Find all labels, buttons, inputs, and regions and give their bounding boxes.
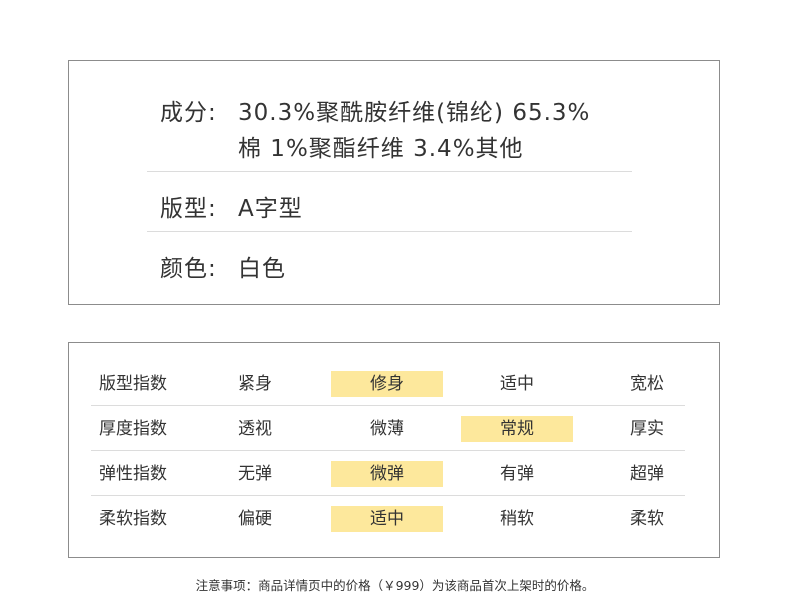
color-label: 颜色:: [160, 256, 217, 282]
fit-value: A字型: [238, 196, 303, 222]
index-option-label: 微薄: [370, 419, 404, 439]
index-row: 柔软指数 偏硬 适中 稍软 柔软: [69, 497, 721, 542]
index-option-label: 稍软: [500, 509, 534, 529]
divider: [91, 450, 685, 451]
index-row: 版型指数 紧身 修身 适中 宽松: [69, 362, 721, 407]
product-attributes-panel: 成分: 30.3%聚酰胺纤维(锦纶) 65.3% 棉 1%聚酯纤维 3.4%其他…: [68, 60, 720, 305]
index-option-selected: 修身: [331, 362, 443, 407]
index-row-label: 版型指数: [99, 374, 167, 394]
index-row-label: 厚度指数: [99, 419, 167, 439]
index-option-label: 超弹: [630, 464, 664, 484]
index-option-selected: 适中: [331, 497, 443, 542]
index-option: 厚实: [591, 407, 703, 452]
index-option: 宽松: [591, 362, 703, 407]
index-row: 厚度指数 透视 微薄 常规 厚实: [69, 407, 721, 452]
index-option-label: 紧身: [238, 374, 272, 394]
index-option: 微薄: [331, 407, 443, 452]
index-option: 适中: [461, 362, 573, 407]
fit-label: 版型:: [160, 196, 217, 222]
composition-value-line1: 30.3%聚酰胺纤维(锦纶) 65.3%: [238, 100, 591, 126]
index-row: 弹性指数 无弹 微弹 有弹 超弹: [69, 452, 721, 497]
color-value: 白色: [238, 256, 286, 282]
index-option: 柔软: [591, 497, 703, 542]
index-option-label: 修身: [331, 371, 443, 397]
divider: [147, 231, 632, 232]
index-option-selected: 常规: [461, 407, 573, 452]
index-option-label: 微弹: [331, 461, 443, 487]
index-option-label: 有弹: [500, 464, 534, 484]
index-option-label: 适中: [500, 374, 534, 394]
index-option-label: 宽松: [630, 374, 664, 394]
index-option: 超弹: [591, 452, 703, 497]
divider: [147, 171, 632, 172]
index-option-label: 常规: [461, 416, 573, 442]
index-row-label: 弹性指数: [99, 464, 167, 484]
composition-value-line2: 棉 1%聚酯纤维 3.4%其他: [238, 136, 524, 162]
index-option-label: 厚实: [630, 419, 664, 439]
index-option-label: 柔软: [630, 509, 664, 529]
index-option: 有弹: [461, 452, 573, 497]
index-option: 偏硬: [199, 497, 311, 542]
divider: [91, 405, 685, 406]
composition-label: 成分:: [160, 100, 217, 126]
index-option: 无弹: [199, 452, 311, 497]
index-option: 紧身: [199, 362, 311, 407]
index-option-label: 偏硬: [238, 509, 272, 529]
index-option-label: 透视: [238, 419, 272, 439]
index-option-label: 适中: [331, 506, 443, 532]
size-index-panel: 版型指数 紧身 修身 适中 宽松 厚度指数 透视 微薄 常规 厚实 弹性指数 无弹 微弹 有弹 超弹 柔软指数…: [68, 342, 720, 558]
index-option-label: 无弹: [238, 464, 272, 484]
index-row-label: 柔软指数: [99, 509, 167, 529]
index-option: 稍软: [461, 497, 573, 542]
price-note: 注意事项：商品详情页中的价格（￥999）为该商品首次上架时的价格。: [195, 578, 595, 593]
index-option-selected: 微弹: [331, 452, 443, 497]
index-option: 透视: [199, 407, 311, 452]
divider: [91, 495, 685, 496]
